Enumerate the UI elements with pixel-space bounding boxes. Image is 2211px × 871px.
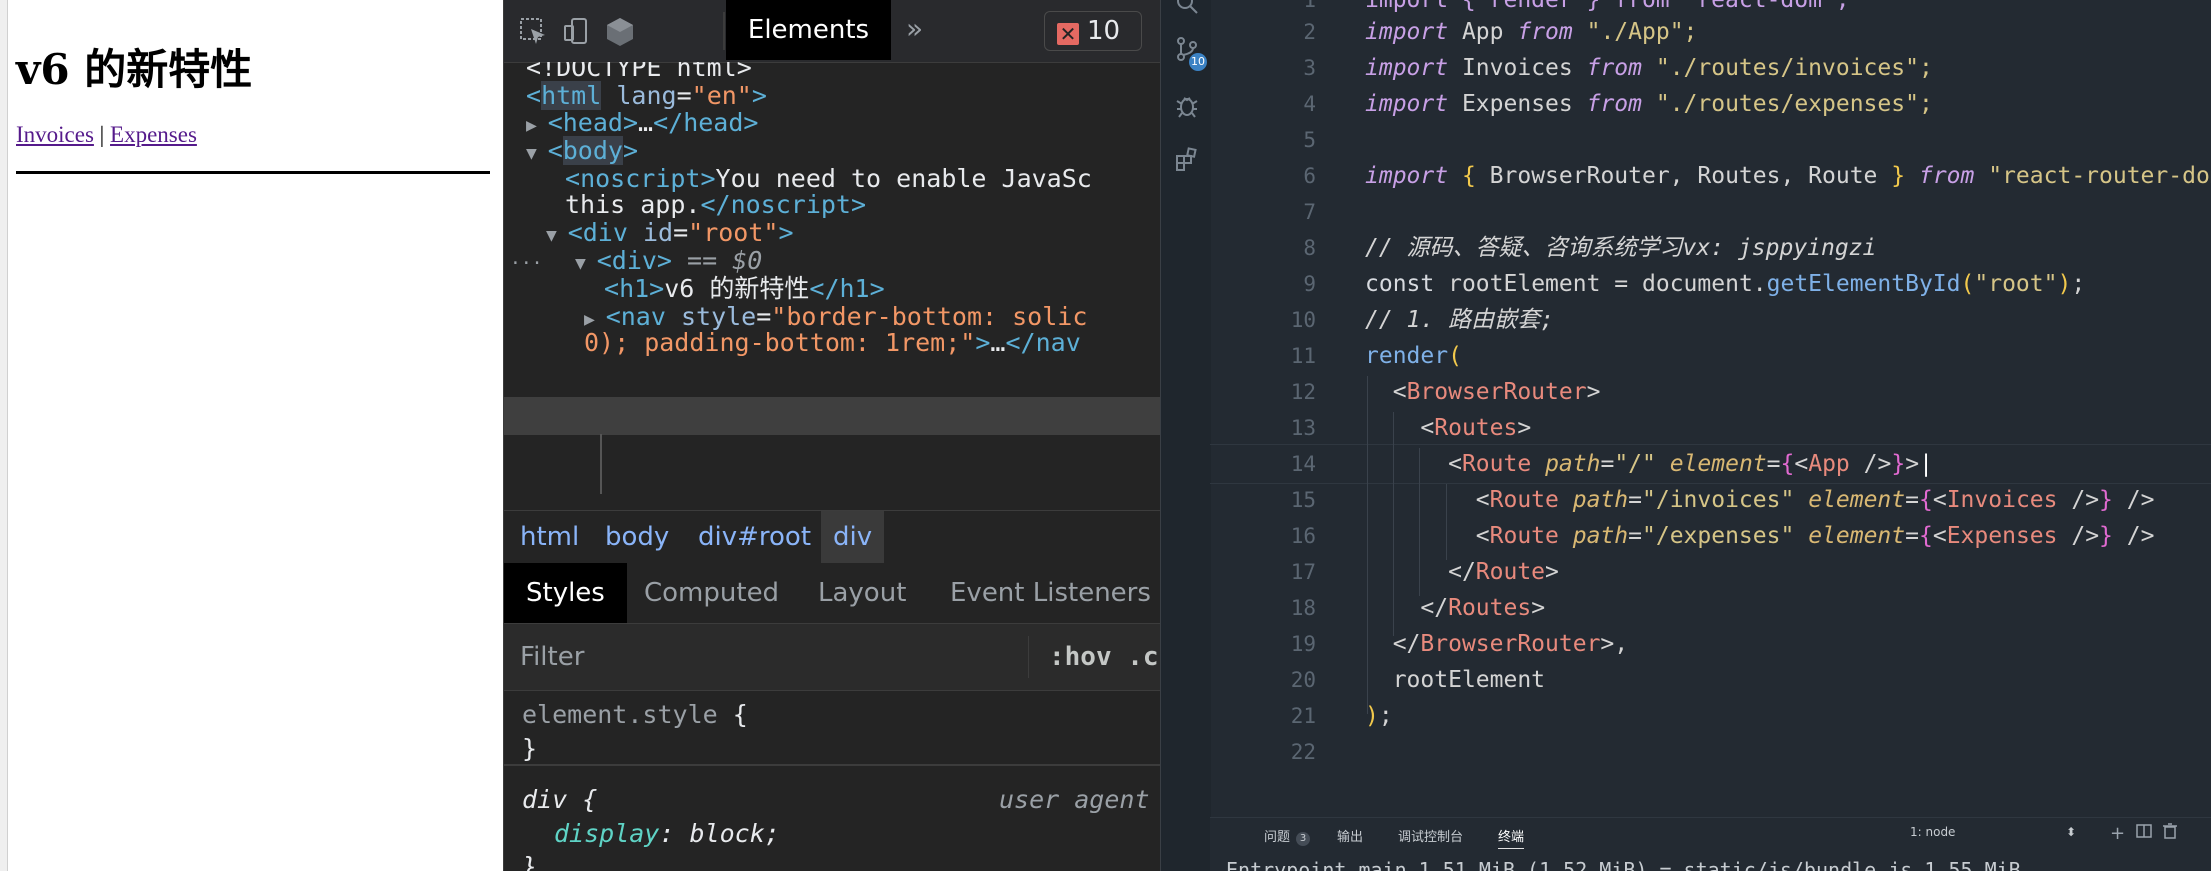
code-line: 13 <Routes> [1290,415,1532,441]
debug-icon[interactable] [1173,92,1201,120]
code-line: 15 <Route path="/invoices" element={<Inv… [1290,487,2155,513]
code-line: 12 <BrowserRouter> [1290,379,1601,405]
new-terminal-icon[interactable]: + [2110,823,2125,844]
browser-edge [0,0,8,871]
rule-element-style-close: } [522,734,538,763]
code-line: 5 [1303,128,1316,152]
tab-styles[interactable]: Styles [504,563,627,623]
terminal-select[interactable]: 1: node ⬍ [1910,825,2080,845]
styles-filter-input[interactable]: Filter [520,624,584,690]
expenses-link[interactable]: Expenses [110,122,197,147]
code-line: 20 rootElement [1290,667,1546,693]
rule-div-selector[interactable]: div { [522,783,597,817]
extensions-icon[interactable] [1173,146,1201,174]
devtools-panel: Elements » ✕ 10 <!DOCTYPE html> <html lan… [503,0,1161,871]
hov-toggle[interactable]: :hov .c [1049,624,1159,690]
invoices-link[interactable]: Invoices [16,122,94,147]
code-line: 10 // 1. 路由嵌套; [1290,307,1554,333]
crumb-div[interactable]: div [821,511,885,563]
code-line: 11 render( [1290,343,1462,369]
user-agent-label: user agent [999,785,1150,814]
device-toolbar-icon[interactable] [562,16,592,46]
toolbar-divider [723,12,725,50]
page-nav: Invoices | Expenses [16,122,197,148]
3d-view-icon[interactable] [604,16,634,46]
breadcrumb: html body div#root div [504,510,1161,564]
more-tabs-button[interactable]: » [906,12,923,45]
code-line: 21 ); [1290,703,1393,729]
code-line: 18 </Routes> [1290,595,1546,621]
devtools-toolbar: Elements » ✕ 10 [504,0,1161,63]
code-line: 4 import Expenses from "./routes/expense… [1303,91,1933,117]
page-heading: v6 的新特性 [16,45,253,94]
panel-tab-debug-console[interactable]: 调试控制台 [1398,826,1463,845]
nav-separator: | [99,122,105,147]
code-line: 8 // 源码、答疑、咨询系统学习vx: jsppyingzi [1303,235,1877,261]
selected-node-highlight [504,397,1161,435]
code-line: 14 <Route path="/" element={<App />}>| [1290,451,1933,477]
tab-layout[interactable]: Layout [818,563,906,623]
styles-pane: element.style { } div { user agent displ… [504,690,1161,871]
error-icon: ✕ [1057,23,1079,45]
tab-elements[interactable]: Elements [726,0,891,60]
error-counter[interactable]: ✕ 10 [1044,11,1142,51]
rule-div-close: } [522,852,538,871]
bottom-panel: 问题 3 输出 调试控制台 终端 1: node ⬍ + Entrypoint ma… [1210,817,2211,871]
code-line: 17 </Route> [1290,559,1559,585]
panel-tab-terminal[interactable]: 终端 [1498,826,1525,849]
code-line: 16 <Route path="/expenses" element={<Exp… [1290,523,2155,549]
split-terminal-icon[interactable] [2136,823,2152,844]
vscode-window: 10 1 import { render } from "react-dom";… [1160,0,2211,871]
tab-computed[interactable]: Computed [644,563,779,623]
nav-border-bottom [16,171,490,174]
code-line: 3 import Invoices from "./routes/invoice… [1303,55,1933,81]
code-line: 19 </BrowserRouter>, [1290,631,1629,657]
code-line: 2 import App from "./App"; [1303,19,1698,45]
dom-nav-cont[interactable]: 0); padding-bottom: 1rem;">…</nav [584,326,1081,360]
kill-terminal-icon[interactable] [2162,823,2178,844]
styles-tabbar: Styles Computed Layout Event Listeners [504,563,1161,624]
source-control-badge: 10 [1189,53,1207,71]
tab-event-listeners[interactable]: Event Listeners [950,563,1151,623]
code-line: 22 [1290,740,1316,764]
selected-node-guide [600,434,602,494]
styles-rule-divider [504,764,1161,766]
search-icon[interactable] [1173,0,1201,18]
styles-filter-bar: Filter :hov .c [504,624,1161,691]
browser-viewport: v6 的新特性 Invoices | Expenses [0,0,503,871]
inspect-element-icon[interactable] [518,16,548,46]
error-count: 10 [1087,16,1121,46]
decl-display[interactable]: display: block; [554,817,780,851]
terminal-output: Entrypoint main 1.51 MiB (1.52 MiB) = st… [1226,858,2021,871]
code-editor[interactable]: 1 import { render } from "react-dom"; 2 … [1210,0,2211,790]
crumb-body[interactable]: body [605,511,669,563]
crumb-html[interactable]: html [520,511,579,563]
code-line: 9 const rootElement = document.getElemen… [1303,271,2086,297]
code-line: 7 [1303,200,1316,224]
activity-bar: 10 [1160,0,1211,871]
problems-count: 3 [1296,832,1311,846]
code-line: 6 import { BrowserRouter, Routes, Route … [1303,163,2211,189]
panel-tab-output[interactable]: 输出 [1337,826,1363,845]
crumb-div-root[interactable]: div#root [698,511,811,563]
rule-element-style[interactable]: element.style { [522,698,748,732]
filter-divider [1028,636,1029,678]
panel-tab-problems[interactable]: 问题 3 [1264,826,1311,846]
dom-tree: <!DOCTYPE html> <html lang="en"> ▶ <head… [504,62,1161,494]
